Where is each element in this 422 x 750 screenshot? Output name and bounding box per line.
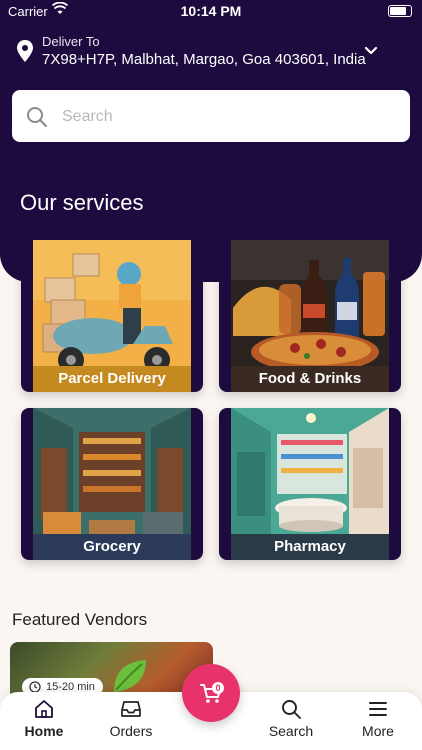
tab-search[interactable]: Search [251, 698, 331, 748]
leaf-logo-icon [114, 660, 146, 692]
service-card-label: Pharmacy [231, 534, 389, 560]
chevron-down-icon[interactable] [364, 46, 378, 56]
service-card-label: Food & Drinks [231, 366, 389, 392]
service-card-pharmacy[interactable]: Pharmacy [219, 408, 401, 560]
location-pin-icon [17, 40, 33, 62]
cart-count-badge: 0 [212, 682, 224, 694]
search-input[interactable] [60, 90, 394, 144]
tab-label: Home [24, 723, 64, 739]
tab-more[interactable]: More [338, 698, 418, 748]
services-title: Our services [20, 190, 144, 215]
tab-label: Search [268, 723, 314, 739]
cart-button[interactable]: 0 [182, 664, 240, 722]
featured-vendors-title: Featured Vendors [12, 610, 148, 629]
tab-label: More [362, 723, 394, 739]
tab-home[interactable]: Home [4, 698, 84, 748]
search-icon [282, 700, 301, 719]
status-bar: Carrier 10:14 PM [0, 0, 422, 22]
service-card-label: Parcel Delivery [33, 366, 191, 392]
tab-orders[interactable]: Orders [91, 698, 171, 748]
service-card-food-drinks[interactable]: Food & Drinks [219, 240, 401, 392]
search-bar[interactable] [12, 90, 410, 144]
delivery-address: 7X98+H7P, Malbhat, Margao, Goa 403601, I… [42, 51, 366, 68]
delivery-location[interactable]: Deliver To 7X98+H7P, Malbhat, Margao, Go… [16, 34, 408, 70]
service-card-parcel-delivery[interactable]: Parcel Delivery [21, 240, 203, 392]
battery-icon [388, 5, 412, 17]
menu-icon [369, 702, 387, 716]
service-card-label: Grocery [33, 534, 191, 560]
home-icon [35, 700, 53, 718]
search-icon [27, 107, 47, 127]
service-card-grocery[interactable]: Grocery [21, 408, 203, 560]
deliver-to-label: Deliver To [42, 34, 100, 49]
tab-label: Orders [109, 723, 153, 739]
inbox-icon [121, 701, 141, 717]
clock-time: 10:14 PM [180, 3, 242, 19]
